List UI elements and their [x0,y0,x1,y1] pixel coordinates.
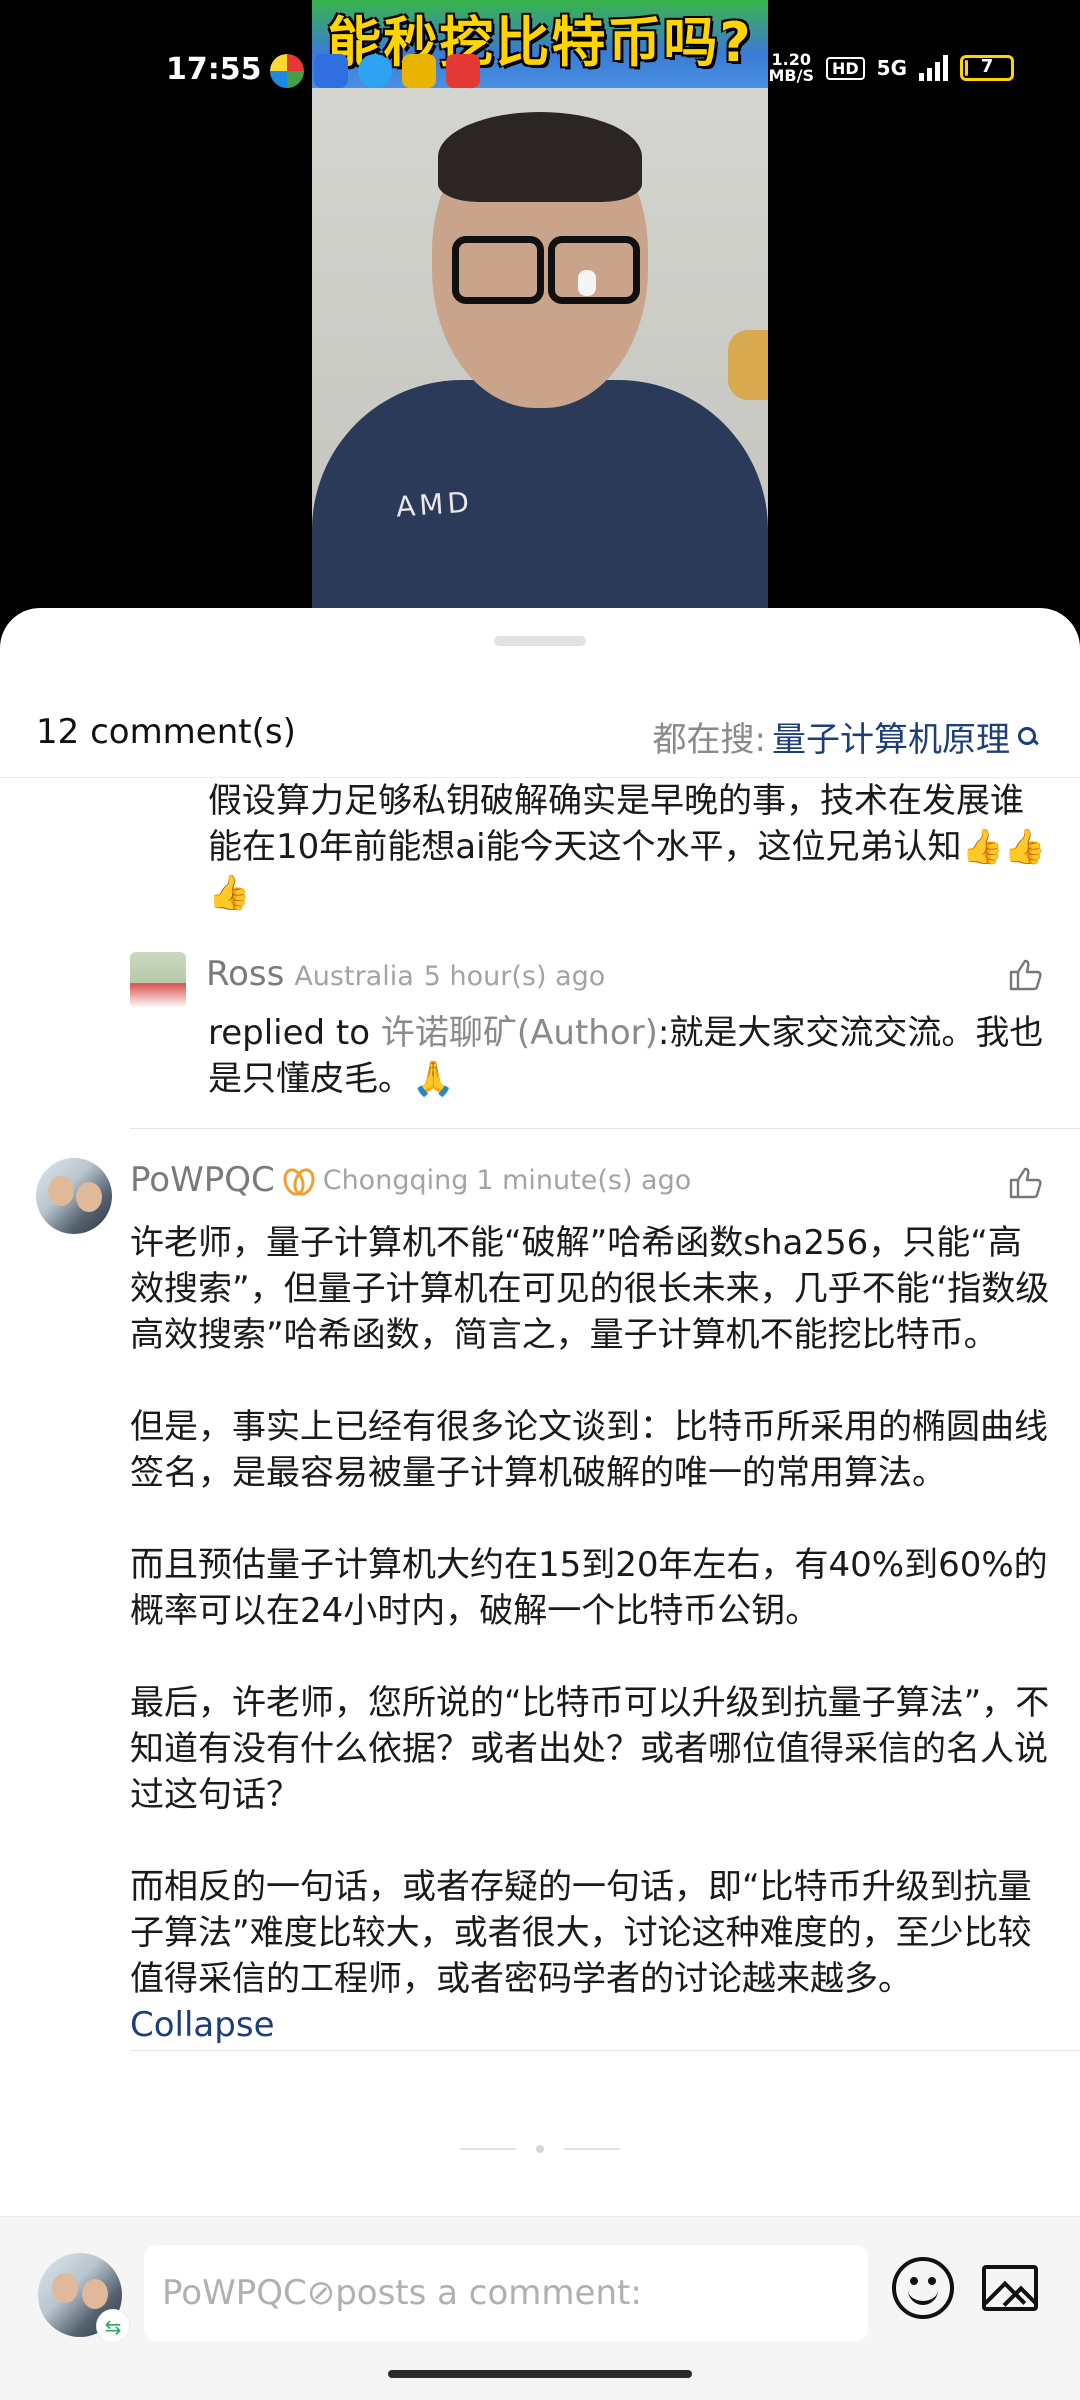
comment-sheet-header: 12 comment(s) 都在搜: 量子计算机原理 [0,698,1080,778]
comment-paragraph: 许老师，量子计算机不能“破解”哈希函数sha256，只能“高效搜索”，但量子计算… [130,1223,1050,1355]
avatar[interactable] [36,1158,112,1234]
commenter-location: Chongqing [322,1164,469,1196]
comment-paragraph: 最后，许老师，您所说的“比特币可以升级到抗量子算法”，不知道有没有什么依据？或者… [130,1683,1050,1815]
hd-icon: HD [825,56,865,80]
chair [728,330,768,400]
reply-meta: Ross Australia 5 hour(s) ago [206,954,605,994]
comment-sheet: 12 comment(s) 都在搜: 量子计算机原理 假设算力足够私钥破解确实是… [0,608,1080,2400]
thumbs-up-icon[interactable] [1008,958,1044,992]
search-icon [1016,725,1040,749]
comment-body: 许老师，量子计算机不能“破解”哈希函数sha256，只能“高效搜索”，但量子计算… [130,1220,1050,2048]
comment-paragraph: 而相反的一句话，或者存疑的一句话，即“比特币升级到抗量子算法”难度比较大，或者很… [130,1867,1032,1999]
status-time: 17:55 [166,52,262,87]
paw-app-icon [314,54,348,88]
browser-app-icon [358,54,392,88]
switch-account-icon[interactable]: ⇆ [96,2309,130,2343]
loading-indicator [460,2144,620,2154]
previous-comment-text: 假设算力足够私钥破解确实是早晚的事，技术在发展谁能在10年前能想ai能今天这个水… [208,781,1047,913]
earbud [578,270,596,296]
video-person-body [312,380,768,640]
comment-time: 5 hour(s) ago [423,961,606,992]
sheet-drag-handle[interactable] [494,636,586,646]
comment-input[interactable] [144,2245,868,2341]
search-suggestion[interactable]: 都在搜: 量子计算机原理 [653,712,1040,761]
image-icon[interactable] [982,2265,1038,2311]
status-bar: 17:55 1.20 MB/S HD 5G 7 [0,36,1080,108]
network-speed: 1.20 MB/S [768,50,814,85]
reply-text: replied to 许诺聊矿(Author):就是大家交流交流。我也是只懂皮毛… [208,1013,1044,1099]
battery-icon: 7 [960,55,1014,81]
search-suggestion-prefix: 都在搜: [652,720,766,760]
collapse-button[interactable]: Collapse [130,2002,1050,2048]
shopping-app-icon [402,54,436,88]
divider [130,1128,1080,1129]
system-nav-bar [0,2376,1080,2400]
comment-count: 12 comment(s) [36,712,296,752]
status-indicators: 1.20 MB/S HD 5G 7 [768,50,1014,85]
reply-author-link[interactable]: 许诺聊矿(Author) [381,1013,658,1053]
signal-icon [919,55,948,81]
comment-paragraph: 但是，事实上已经有很多论文谈到：比特币所采用的椭圆曲线签名，是最容易被量子计算机… [130,1407,1048,1493]
app-notification-icon [270,54,304,88]
thumbs-up-icon[interactable] [1008,1166,1044,1200]
commenter-name[interactable]: Ross [206,954,284,994]
video-person-hair [438,112,642,202]
commenter-location: Australia [294,961,414,992]
network-type: 5G [876,56,907,80]
commenter-name[interactable]: PoWPQC [130,1160,275,1200]
battery-level: 7 [980,56,994,77]
comment-paragraph: 而且预估量子计算机大约在15到20年左右，有40%到60%的概率可以在24小时内… [130,1545,1048,1631]
emoji-icon[interactable] [892,2257,954,2319]
news-app-icon [446,54,480,88]
notification-icons [270,54,480,90]
comment-meta: PoWPQC Chongqing 1 minute(s) ago [130,1160,691,1200]
search-suggestion-term[interactable]: 量子计算机原理 [772,712,1010,761]
divider [130,2050,1080,2051]
member-badge-icon [283,1166,315,1194]
glasses-right [548,236,640,304]
comment-time: 1 minute(s) ago [476,1164,692,1196]
avatar[interactable] [130,952,186,1008]
home-indicator[interactable] [388,2370,692,2378]
shirt-logo-text: AMD [394,485,474,524]
glasses-left [452,236,544,304]
